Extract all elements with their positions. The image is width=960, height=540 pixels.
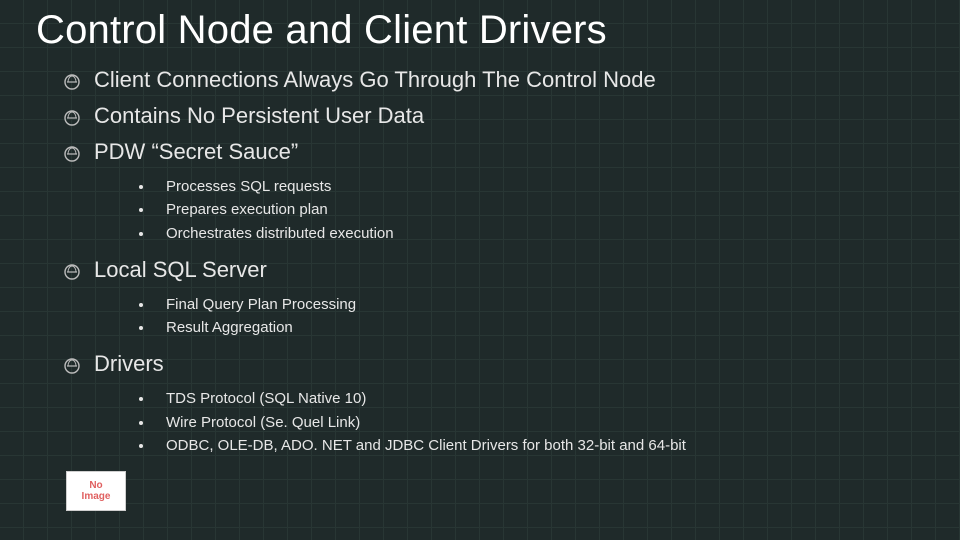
coin-icon [64, 146, 80, 162]
main-bullet-label: Drivers [94, 351, 164, 377]
no-image-placeholder: NoImage [66, 471, 126, 511]
sub-bullet: Final Query Plan Processing [154, 293, 924, 316]
slide-title: Control Node and Client Drivers [36, 8, 924, 53]
coin-icon [64, 110, 80, 126]
sub-bullet: Result Aggregation [154, 316, 924, 339]
main-bullet: PDW “Secret Sauce” [64, 139, 924, 165]
sub-bullet: Processes SQL requests [154, 175, 924, 198]
sub-bullet: Orchestrates distributed execution [154, 222, 924, 245]
no-image-label: NoImage [82, 480, 111, 502]
coin-icon [64, 358, 80, 374]
sub-bullet: ODBC, OLE-DB, ADO. NET and JDBC Client D… [154, 434, 924, 457]
sub-bullet-list: Processes SQL requestsPrepares execution… [64, 175, 924, 245]
main-bullet: Client Connections Always Go Through The… [64, 67, 924, 93]
main-bullet-label: PDW “Secret Sauce” [94, 139, 298, 165]
main-bullet-label: Client Connections Always Go Through The… [94, 67, 656, 93]
main-bullet: Local SQL Server [64, 257, 924, 283]
main-bullet: Contains No Persistent User Data [64, 103, 924, 129]
main-bullet-list: Client Connections Always Go Through The… [36, 67, 924, 457]
sub-bullet: Wire Protocol (Se. Quel Link) [154, 411, 924, 434]
sub-bullet: TDS Protocol (SQL Native 10) [154, 387, 924, 410]
sub-bullet-list: Final Query Plan ProcessingResult Aggreg… [64, 293, 924, 340]
sub-bullet-list: TDS Protocol (SQL Native 10)Wire Protoco… [64, 387, 924, 457]
coin-icon [64, 264, 80, 280]
main-bullet-label: Contains No Persistent User Data [94, 103, 424, 129]
main-bullet: Drivers [64, 351, 924, 377]
coin-icon [64, 74, 80, 90]
sub-bullet: Prepares execution plan [154, 198, 924, 221]
main-bullet-label: Local SQL Server [94, 257, 267, 283]
